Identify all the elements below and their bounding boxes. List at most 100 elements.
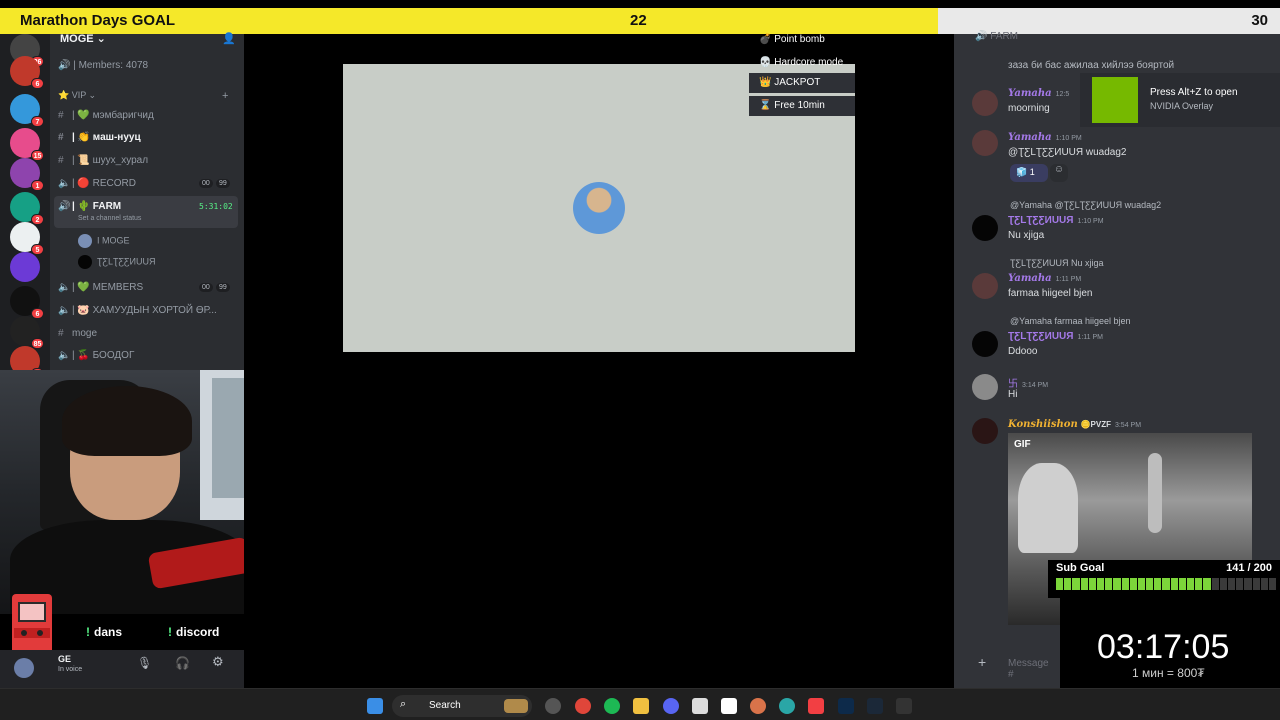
chat-message-text: @ƮƸLƮƸƸИUUЯ wuadag2 bbox=[1008, 147, 1127, 158]
avatar[interactable] bbox=[972, 418, 998, 444]
sub-goal-segment bbox=[1187, 578, 1195, 590]
avatar[interactable] bbox=[972, 374, 998, 400]
channel-status[interactable]: Set a channel status bbox=[78, 215, 141, 222]
windows-start-icon[interactable] bbox=[367, 698, 383, 714]
server-icon[interactable]: 15 bbox=[10, 128, 44, 161]
server-icon[interactable]: 2 bbox=[10, 192, 44, 225]
voice-channel-item[interactable]: 🔈 | 🐷 ХАМУУДЫН ХОРТОЙ ӨР... bbox=[58, 305, 217, 316]
avatar[interactable] bbox=[972, 215, 998, 241]
channel-label: | 🌵 FARM bbox=[72, 201, 122, 212]
chat-message-text: Hi bbox=[1008, 389, 1018, 400]
claude-icon[interactable] bbox=[750, 698, 766, 714]
chrome-icon[interactable] bbox=[575, 698, 591, 714]
channel-item[interactable]: # | 💚 мэмбаригчид bbox=[58, 110, 154, 121]
avatar[interactable] bbox=[972, 130, 998, 156]
add-channel-icon[interactable]: + bbox=[222, 90, 228, 102]
avatar[interactable] bbox=[972, 331, 998, 357]
voice-channel-item[interactable]: 🔈 | 🍒 БООДОГ bbox=[58, 350, 134, 361]
streamer-hair bbox=[62, 386, 192, 456]
channel-item[interactable]: # | 👏 маш-нууц bbox=[58, 132, 141, 143]
avatar[interactable] bbox=[972, 273, 998, 299]
headphones-icon[interactable]: 🎧 bbox=[175, 656, 190, 670]
steam-icon[interactable] bbox=[867, 698, 883, 714]
server-icon[interactable]: 1 bbox=[10, 158, 44, 191]
reply-preview[interactable]: ƮƸLƮƸƸИUUЯ Nu xjiga bbox=[1010, 258, 1103, 268]
command-item: ! dans bbox=[86, 625, 122, 639]
sub-goal-progress bbox=[1056, 578, 1277, 590]
overlay-point-bomb[interactable]: 💣 Point bomb bbox=[749, 30, 855, 50]
channel-members-count[interactable]: 🔊 | Members: 4078 bbox=[58, 60, 148, 71]
server-icon[interactable]: 7 bbox=[10, 94, 44, 127]
add-member-icon[interactable]: 👤 bbox=[222, 32, 236, 45]
copilot-icon[interactable] bbox=[779, 698, 795, 714]
sub-goal-widget: Sub Goal 141 / 200 bbox=[1048, 560, 1280, 598]
hash-icon: # bbox=[58, 132, 64, 143]
reaction-count: 1 bbox=[1029, 167, 1035, 177]
sub-goal-segment bbox=[1154, 578, 1162, 590]
music-icon[interactable] bbox=[808, 698, 824, 714]
speaker-icon: 🔊 bbox=[975, 31, 991, 42]
spotify-icon[interactable] bbox=[604, 698, 620, 714]
message-time: 3:14 PM bbox=[1022, 382, 1049, 389]
crown-icon: 👑 bbox=[759, 77, 775, 88]
voice-user[interactable]: I MOGE bbox=[78, 234, 130, 248]
chat-message-header: ƮƸLƮƸƸИUUЯ 1:10 PM bbox=[1008, 215, 1104, 226]
speaker-icon: 🔈 bbox=[58, 350, 71, 361]
avatar[interactable] bbox=[972, 90, 998, 116]
channel-item[interactable]: # moge bbox=[58, 328, 97, 339]
avatar[interactable] bbox=[14, 658, 34, 678]
reply-preview[interactable]: @Yamaha @ƮƸLƮƸƸИUUЯ wuadag2 bbox=[1010, 200, 1161, 210]
channel-item[interactable]: # | 📜 шуух_хурал bbox=[58, 155, 148, 166]
voice-user[interactable]: ƮƸLƮƸƸИUUЯ bbox=[78, 255, 155, 269]
chatgpt-icon[interactable] bbox=[545, 698, 561, 714]
username[interactable]: ƮƸLƮƸƸИUUЯ bbox=[1008, 215, 1073, 226]
nvidia-logo-icon bbox=[1092, 77, 1138, 123]
sub-goal-segment bbox=[1056, 578, 1064, 590]
notion-icon[interactable] bbox=[721, 698, 737, 714]
overlay-free-10min[interactable]: ⌛ Free 10min bbox=[749, 96, 855, 116]
gif-figure bbox=[1148, 453, 1162, 533]
photoshop-icon[interactable] bbox=[838, 698, 854, 714]
avatar bbox=[78, 234, 92, 248]
message-time: 1:11 PM bbox=[1055, 276, 1082, 283]
reaction-pill[interactable]: 🧊 1 bbox=[1010, 164, 1048, 182]
username[interactable]: ƮƸLƮƸƸИUUЯ bbox=[1008, 331, 1073, 342]
hash-icon: # bbox=[58, 328, 64, 339]
chat-message-header: ƮƸLƮƸƸИUUЯ 1:11 PM bbox=[1008, 331, 1103, 342]
discord-icon[interactable] bbox=[663, 698, 679, 714]
goal-target: 30 bbox=[1251, 12, 1268, 29]
username[interactable]: Yamaha bbox=[1008, 88, 1052, 99]
server-name[interactable]: MOGE ⌄ bbox=[60, 32, 106, 45]
server-icon[interactable]: 6 bbox=[10, 56, 44, 89]
username[interactable]: Yamaha bbox=[1008, 132, 1052, 143]
overlay-hardcore-mode[interactable]: 💀 Hardcore mode bbox=[749, 53, 855, 73]
file-explorer-icon[interactable] bbox=[633, 698, 649, 714]
sub-goal-segment bbox=[1113, 578, 1121, 590]
channel-label: moge bbox=[72, 328, 98, 339]
username[interactable]: Konshiishon bbox=[1008, 419, 1078, 430]
server-icon[interactable]: 5 bbox=[10, 222, 44, 255]
microphone-icon[interactable]: 🎙 bbox=[137, 656, 152, 670]
voice-channel-record[interactable]: 🔈 | 🔴 RECORD bbox=[58, 178, 136, 189]
category-vip[interactable]: ⭐ VIP ⌄ bbox=[58, 90, 96, 101]
hourglass-icon: ⌛ bbox=[759, 100, 775, 111]
overlay-jackpot[interactable]: 👑 JACKPOT bbox=[749, 73, 855, 93]
hash-icon: # bbox=[58, 155, 64, 166]
obs-icon[interactable] bbox=[896, 698, 912, 714]
gear-icon[interactable]: ⚙ bbox=[212, 654, 224, 670]
plus-icon[interactable]: + bbox=[978, 654, 986, 670]
taskbar-search[interactable]: ⌕ Search bbox=[392, 695, 532, 717]
voice-channel-members[interactable]: 🔈 | 💚 MEMBERS bbox=[58, 282, 143, 293]
server-icon[interactable] bbox=[10, 252, 40, 282]
sub-goal-segment bbox=[1203, 578, 1211, 590]
chat-message-text: farmaa hiigeel bjen bbox=[1008, 288, 1093, 299]
capcut-icon[interactable] bbox=[692, 698, 708, 714]
channel-label: | 💚 мэмбаригчид bbox=[72, 110, 154, 121]
reply-preview[interactable]: @Yamaha farmaa hiigeel bjen bbox=[1010, 316, 1131, 326]
server-icon[interactable]: 6 bbox=[10, 286, 44, 319]
add-reaction-icon[interactable]: ☺ bbox=[1050, 164, 1068, 182]
sub-goal-segment bbox=[1236, 578, 1244, 590]
message-input[interactable]: + Message # bbox=[966, 648, 1056, 680]
username[interactable]: Yamaha bbox=[1008, 273, 1052, 284]
server-icon[interactable]: 85 bbox=[10, 316, 44, 349]
